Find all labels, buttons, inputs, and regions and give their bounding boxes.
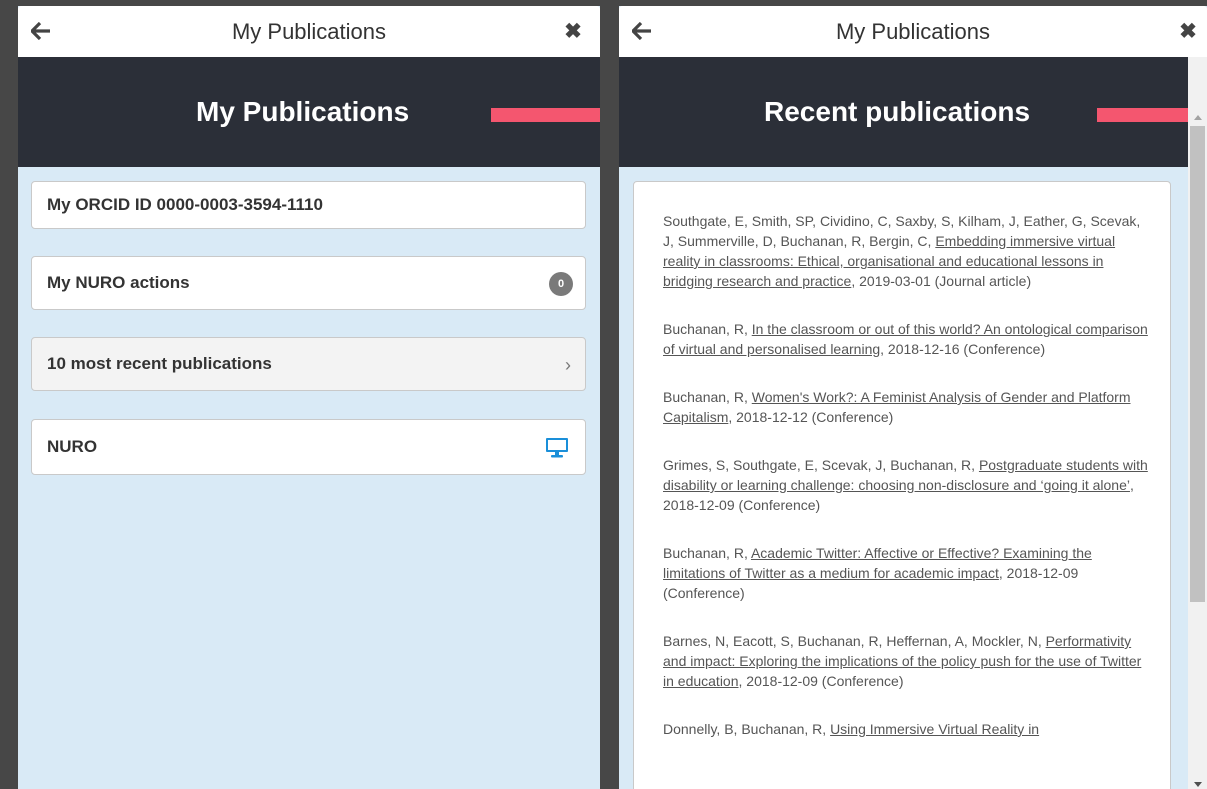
scrollbar[interactable]: [1188, 57, 1207, 789]
nuro-label: NURO: [47, 437, 98, 456]
chevron-right-icon: ›: [565, 355, 571, 375]
orcid-label: My ORCID ID 0000-0003-3594-1110: [47, 195, 323, 214]
publication-item: Southgate, E, Smith, SP, Cividino, C, Sa…: [663, 211, 1151, 291]
banner-title: My Publications: [196, 96, 410, 127]
publication-meta: , 2018-12-09 (Conference): [738, 673, 904, 689]
publication-item: Grimes, S, Southgate, E, Scevak, J, Buch…: [663, 455, 1151, 515]
publication-title-link[interactable]: Using Immersive Virtual Reality in: [830, 721, 1039, 737]
publication-item: Buchanan, R, Women's Work?: A Feminist A…: [663, 387, 1151, 427]
publication-authors: Barnes, N, Eacott, S, Buchanan, R, Heffe…: [663, 633, 1046, 649]
close-icon[interactable]: ✖: [562, 19, 584, 43]
banner: My Publications: [18, 57, 600, 167]
back-arrow-icon[interactable]: [30, 19, 52, 43]
publication-item: Donnelly, B, Buchanan, R, Using Immersiv…: [663, 719, 1151, 739]
orcid-item[interactable]: My ORCID ID 0000-0003-3594-1110: [31, 181, 586, 229]
publication-authors: Buchanan, R,: [663, 321, 752, 337]
scrollbar-thumb[interactable]: [1190, 126, 1205, 602]
publication-authors: Buchanan, R,: [663, 545, 751, 561]
close-icon[interactable]: ✖: [1177, 19, 1199, 43]
publication-item: Buchanan, R, In the classroom or out of …: [663, 319, 1151, 359]
publication-meta: , 2018-12-12 (Conference): [728, 409, 894, 425]
count-badge: 0: [549, 272, 573, 296]
scroll-down-arrow-icon[interactable]: [1194, 782, 1202, 787]
publication-meta: , 2018-12-16 (Conference): [880, 341, 1046, 357]
nuro-item[interactable]: NURO: [31, 419, 586, 475]
left-panel: My Publications ✖ My Publications My ORC…: [18, 6, 600, 789]
recent-publications-label: 10 most recent publications: [47, 354, 272, 373]
publication-authors: Donnelly, B, Buchanan, R,: [663, 721, 831, 737]
publications-card: Southgate, E, Smith, SP, Cividino, C, Sa…: [633, 181, 1171, 789]
titlebar: My Publications ✖: [619, 6, 1207, 57]
scroll-up-arrow-icon[interactable]: [1194, 115, 1202, 120]
banner: Recent publications: [619, 57, 1207, 167]
publication-list: Southgate, E, Smith, SP, Cividino, C, Sa…: [663, 211, 1151, 767]
recent-publications-item[interactable]: 10 most recent publications ›: [31, 337, 586, 391]
window-title: My Publications: [231, 19, 387, 44]
publication-authors: Grimes, S, Southgate, E, Scevak, J, Buch…: [663, 457, 979, 473]
window-title: My Publications: [835, 19, 991, 44]
titlebar: My Publications ✖: [18, 6, 600, 57]
publication-authors: Buchanan, R,: [663, 389, 752, 405]
nuro-actions-item[interactable]: My NURO actions 0: [31, 256, 586, 310]
right-panel: My Publications ✖ Recent publications So…: [619, 6, 1207, 789]
publication-item: Barnes, N, Eacott, S, Buchanan, R, Heffe…: [663, 631, 1151, 691]
back-arrow-icon[interactable]: [631, 19, 653, 43]
nuro-actions-label: My NURO actions: [47, 273, 190, 292]
banner-title: Recent publications: [764, 96, 1031, 127]
publication-meta: , 2019-03-01 (Journal article): [851, 273, 1032, 289]
publication-item: Buchanan, R, Academic Twitter: Affective…: [663, 543, 1151, 603]
accent-bar: [491, 108, 600, 122]
desktop-monitor-icon: [545, 437, 569, 459]
